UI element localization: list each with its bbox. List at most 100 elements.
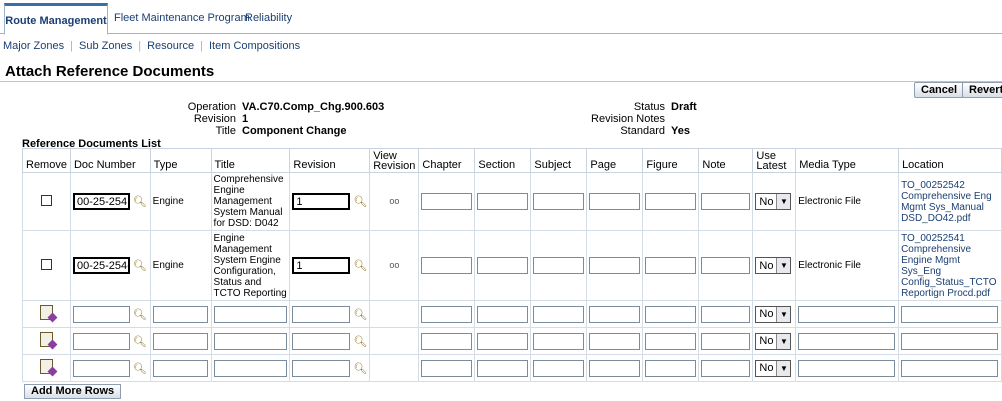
chapter-input[interactable] xyxy=(421,257,473,274)
add-row-icon[interactable] xyxy=(39,305,53,320)
standard-value: Yes xyxy=(671,125,690,137)
note-input[interactable] xyxy=(701,332,751,350)
subject-input[interactable] xyxy=(533,359,585,377)
subject-input[interactable] xyxy=(533,193,585,210)
doc-number-input[interactable] xyxy=(72,332,130,350)
tab-fleet-maintenance-program[interactable]: Fleet Maintenance Program xyxy=(114,12,250,24)
status-value: Draft xyxy=(671,101,697,113)
subnav-resource[interactable]: Resource xyxy=(147,40,194,52)
figure-input[interactable] xyxy=(645,332,697,350)
note-input[interactable] xyxy=(701,193,751,210)
media-type-input[interactable] xyxy=(798,359,896,377)
remove-checkbox[interactable] xyxy=(40,194,52,206)
doc-number-input[interactable]: 00-25-254 xyxy=(72,193,130,210)
doc-number-input[interactable] xyxy=(72,305,130,323)
col-location: Location xyxy=(898,148,1002,173)
col-view-revision: View Revision xyxy=(369,148,420,173)
media-type-input[interactable] xyxy=(798,305,896,323)
sub-navigation: Major Zones | Sub Zones | Resource | Item Comp… xyxy=(3,40,301,52)
add-more-rows-button[interactable]: Add More Rows xyxy=(24,384,122,399)
chapter-input[interactable] xyxy=(421,193,473,210)
page-input[interactable] xyxy=(589,257,641,274)
subject-input[interactable] xyxy=(533,305,585,323)
media-type-cell: Electronic File xyxy=(795,172,900,231)
location-input[interactable] xyxy=(901,305,999,323)
add-row-icon[interactable] xyxy=(39,332,53,347)
magnifier-icon[interactable]: 🔍︎ xyxy=(353,308,367,321)
magnifier-icon[interactable]: 🔍︎ xyxy=(133,335,147,348)
chapter-input[interactable] xyxy=(421,359,473,377)
revision-notes-label: Revision Notes xyxy=(591,113,665,125)
use-latest-select[interactable]: No ▼ xyxy=(755,359,792,377)
page-input[interactable] xyxy=(589,359,641,377)
note-input[interactable] xyxy=(701,305,751,323)
magnifier-icon[interactable]: 🔍︎ xyxy=(353,335,367,348)
title-input[interactable] xyxy=(213,359,287,377)
page-input[interactable] xyxy=(589,193,641,210)
section-input[interactable] xyxy=(477,305,529,323)
section-input[interactable] xyxy=(477,257,529,274)
revision-input[interactable] xyxy=(292,305,351,323)
figure-input[interactable] xyxy=(645,359,697,377)
location-input[interactable] xyxy=(901,332,999,350)
magnifier-icon[interactable]: 🔍︎ xyxy=(133,195,147,208)
tab-route-management[interactable]: Route Management xyxy=(4,3,108,35)
revision-input[interactable] xyxy=(292,359,351,377)
revert-button[interactable]: Revert xyxy=(962,82,1002,98)
add-row-icon[interactable] xyxy=(39,359,53,374)
revision-input[interactable]: 1 xyxy=(292,257,351,274)
title-input[interactable] xyxy=(213,305,287,323)
section-input[interactable] xyxy=(477,359,529,377)
note-input[interactable] xyxy=(701,359,751,377)
cancel-button[interactable]: Cancel xyxy=(914,82,965,98)
magnifier-icon[interactable]: 🔍︎ xyxy=(133,308,147,321)
page-input[interactable] xyxy=(589,305,641,323)
type-cell: Engine xyxy=(149,230,212,301)
magnifier-icon[interactable]: 🔍︎ xyxy=(353,259,367,272)
chapter-input[interactable] xyxy=(421,305,473,323)
doc-number-input[interactable]: 00-25-254- xyxy=(72,257,130,274)
magnifier-icon[interactable]: 🔍︎ xyxy=(353,362,367,375)
section-input[interactable] xyxy=(477,193,529,210)
note-input[interactable] xyxy=(701,257,751,274)
figure-input[interactable] xyxy=(645,257,697,274)
revision-label: Revision xyxy=(193,113,236,125)
location-input[interactable] xyxy=(901,359,999,377)
glasses-icon[interactable]: oo xyxy=(389,260,399,270)
glasses-icon[interactable]: oo xyxy=(389,196,399,206)
chevron-down-icon: ▼ xyxy=(776,258,791,273)
media-type-input[interactable] xyxy=(798,332,896,350)
type-input[interactable] xyxy=(152,359,208,377)
tab-reliability[interactable]: Reliability xyxy=(245,12,292,24)
location-link[interactable]: TO_00252542 Comprehensive Eng Mgmt Sys_M… xyxy=(898,172,1002,231)
chapter-input[interactable] xyxy=(421,332,473,350)
revision-input[interactable]: 1 xyxy=(292,193,351,210)
type-input[interactable] xyxy=(152,305,208,323)
header-fields-left: Operation VA.C70.Comp_Chg.900.603 Revisio… xyxy=(170,101,385,137)
subnav-major-zones[interactable]: Major Zones xyxy=(3,40,64,52)
use-latest-select[interactable]: No ▼ xyxy=(755,257,792,274)
figure-input[interactable] xyxy=(645,305,697,323)
page-input[interactable] xyxy=(589,332,641,350)
use-latest-select[interactable]: No ▼ xyxy=(755,193,792,210)
subnav-sub-zones[interactable]: Sub Zones xyxy=(79,40,132,52)
title-label: Title xyxy=(215,125,236,137)
use-latest-select[interactable]: No ▼ xyxy=(755,332,792,350)
location-link[interactable]: TO_00252541 Comprehensive Engine Mgmt Sy… xyxy=(898,230,1002,301)
figure-input[interactable] xyxy=(645,193,697,210)
type-input[interactable] xyxy=(152,332,208,350)
magnifier-icon[interactable]: 🔍︎ xyxy=(133,362,147,375)
reference-documents-table: Remove Doc Number Type Title Revision Vi… xyxy=(22,148,1002,382)
use-latest-select[interactable]: No ▼ xyxy=(755,305,792,323)
revision-input[interactable] xyxy=(292,332,351,350)
remove-checkbox[interactable] xyxy=(40,258,52,270)
section-input[interactable] xyxy=(477,332,529,350)
title-input[interactable] xyxy=(213,332,287,350)
subject-input[interactable] xyxy=(533,332,585,350)
magnifier-icon[interactable]: 🔍︎ xyxy=(353,195,367,208)
magnifier-icon[interactable]: 🔍︎ xyxy=(133,259,147,272)
subnav-item-compositions[interactable]: Item Compositions xyxy=(209,40,300,52)
subject-input[interactable] xyxy=(533,257,585,274)
chevron-down-icon: ▼ xyxy=(776,360,791,376)
doc-number-input[interactable] xyxy=(72,359,130,377)
